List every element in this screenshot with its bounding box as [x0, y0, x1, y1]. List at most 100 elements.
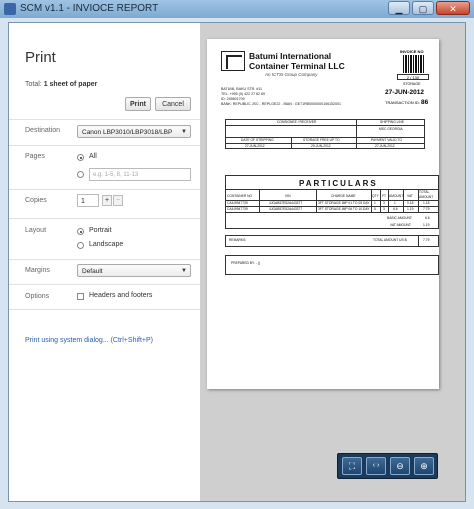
divider [9, 284, 200, 285]
col-header: FT [382, 194, 387, 198]
barcode-number: 2 / 130 [397, 74, 429, 80]
total-amount-value: 7.79 [423, 238, 430, 242]
print-button[interactable]: Print [125, 97, 151, 111]
margins-select[interactable]: Default ▼ [77, 264, 191, 277]
margins-label: Margins [25, 267, 50, 274]
id-line: ID: 245601709 [221, 97, 245, 101]
headers-footers-checkbox[interactable] [77, 293, 84, 300]
maximize-button[interactable]: ▢ [412, 1, 434, 15]
rule [371, 189, 372, 212]
table-cell: 7.79 [423, 207, 430, 211]
table-cell: 3FT STORAGE IMP 01 TO 05 DAY [318, 201, 370, 205]
transaction-value: 86 [421, 99, 429, 106]
payment-valid-header: PAYMENT VALID TO [371, 138, 402, 142]
copies-input[interactable]: 1 [77, 194, 99, 207]
divider [9, 218, 200, 219]
invoice-no-label: INVOICE NO [400, 49, 424, 54]
window-title: SCM v1.1 - INVIOCE REPORT [20, 3, 159, 14]
close-button[interactable]: ✕ [436, 1, 470, 15]
print-heading: Print [25, 49, 56, 66]
options-label: Options [25, 293, 50, 300]
col-header: AMOUNT [389, 194, 404, 198]
app-icon [4, 3, 16, 15]
pages-all-label: All [89, 153, 97, 160]
rule [225, 212, 439, 213]
cancel-button[interactable]: Cancel [155, 97, 191, 111]
table-cell: 3 [383, 207, 385, 211]
app-window: SCM v1.1 - INVIOCE REPORT ▁ ▢ ✕ Print To… [0, 0, 474, 509]
table-cell: 5 [374, 207, 376, 211]
bank-line: BANK: REPUBLIC JSC - REPLGE22 - IBAN : G… [221, 102, 342, 106]
table-cell: 1.19 [407, 207, 414, 211]
table-cell: 3FT STORAGE IMP 06 TO 10 DAY [318, 207, 370, 211]
consignee-header: CONSIGNEE / RECEIVER [277, 120, 317, 124]
total-sheets: Total: 1 sheet of paper [25, 81, 97, 88]
table-cell: 4JGAB57E52A443377 [269, 201, 303, 205]
nav-arrows-icon[interactable]: ‹ › [366, 457, 386, 475]
layout-landscape-label: Landscape [89, 241, 124, 248]
divider [9, 189, 200, 190]
company-name-line2: Container Terminal LLC [249, 61, 345, 71]
pages-range-input[interactable]: e.g. 1-5, 8, 11-13 [89, 168, 191, 181]
divider [9, 259, 200, 260]
storage-free-value: 29-JUN-2012 [311, 144, 331, 148]
shipping-line-value: MSC GEORGIA [379, 127, 403, 131]
prepared-by-box [225, 255, 439, 275]
rule [225, 125, 425, 126]
copies-increment-button[interactable]: + [102, 195, 112, 206]
col-header: VIN [285, 194, 291, 198]
layout-portrait-label: Portrait [89, 227, 112, 234]
layout-label: Layout [25, 227, 47, 234]
total-amount-label: TOTAL AMOUNT US $: [373, 238, 408, 242]
storage-label: STORAGE [403, 82, 421, 86]
date-stripping-value: 27-JUN-2012 [245, 144, 265, 148]
invoice-page: Batumi International Container Terminal … [207, 39, 439, 389]
col-header: CONTAINER NO [227, 194, 253, 198]
rule [380, 189, 381, 212]
pages-range-radio[interactable] [77, 171, 84, 178]
destination-value: Canon LBP3010/LBP3018/LBP [82, 129, 173, 136]
rule [259, 189, 260, 212]
zoom-out-icon[interactable]: ⊖ [390, 457, 410, 475]
table-cell: 1 [394, 201, 396, 205]
table-cell: 1.18 [423, 201, 430, 205]
margins-value: Default [82, 268, 103, 275]
transaction-label: TRANSACTION ID: [385, 100, 420, 105]
company-logo [221, 51, 245, 71]
minimize-button[interactable]: ▁ [388, 1, 410, 15]
rule [291, 137, 292, 149]
col-header: TOTAL AMOUNT [419, 190, 434, 199]
fit-page-icon[interactable]: ⛶ [342, 457, 362, 475]
col-header: QTY [372, 194, 379, 198]
print-settings-panel: Print Total: 1 sheet of paper Print Canc… [9, 23, 200, 501]
table-cell: CAIU9947739 [227, 201, 248, 205]
system-dialog-link[interactable]: Print using system dialog... (Ctrl+Shift… [25, 337, 153, 344]
transaction-id: TRANSACTION ID: 86 [385, 99, 428, 106]
layout-portrait-radio[interactable] [77, 228, 84, 235]
total-label: Total: [25, 81, 44, 88]
payment-valid-value: 27-JUN-2012 [375, 144, 395, 148]
destination-select[interactable]: Canon LBP3010/LBP3018/LBP ▼ [77, 125, 191, 138]
print-preview-area[interactable]: Batumi International Container Terminal … [200, 23, 465, 501]
pages-all-radio[interactable] [77, 154, 84, 161]
vat-amount-value: 1.19 [423, 223, 430, 227]
headers-footers-label: Headers and footers [89, 292, 153, 299]
table-cell: CAIU9947739 [227, 207, 248, 211]
zoom-in-icon[interactable]: ⊕ [414, 457, 434, 475]
date-stripping-header: DATE OF STRIPPING [241, 138, 274, 142]
divider [9, 145, 200, 146]
col-header: CHARGE NAME [331, 194, 356, 198]
phone-line: TEL: +995 (0) 422 27 62 69 [221, 92, 266, 96]
particulars-title: PARTICULARS [299, 179, 378, 188]
company-name-line1: Batumi International [249, 51, 332, 61]
layout-landscape-radio[interactable] [77, 242, 84, 249]
col-header: VAT [407, 194, 413, 198]
rule [356, 137, 357, 149]
dropdown-arrow-icon: ▼ [181, 129, 187, 135]
window-controls: ▁ ▢ ✕ [388, 1, 470, 17]
affiliate-text: An ICTSI Group Company [265, 72, 318, 77]
title-bar[interactable]: SCM v1.1 - INVIOCE REPORT ▁ ▢ ✕ [0, 0, 474, 18]
copies-decrement-button[interactable]: − [113, 195, 123, 206]
basic-amount-label: BASIC AMOUNT: [387, 216, 413, 220]
rule [403, 189, 404, 212]
